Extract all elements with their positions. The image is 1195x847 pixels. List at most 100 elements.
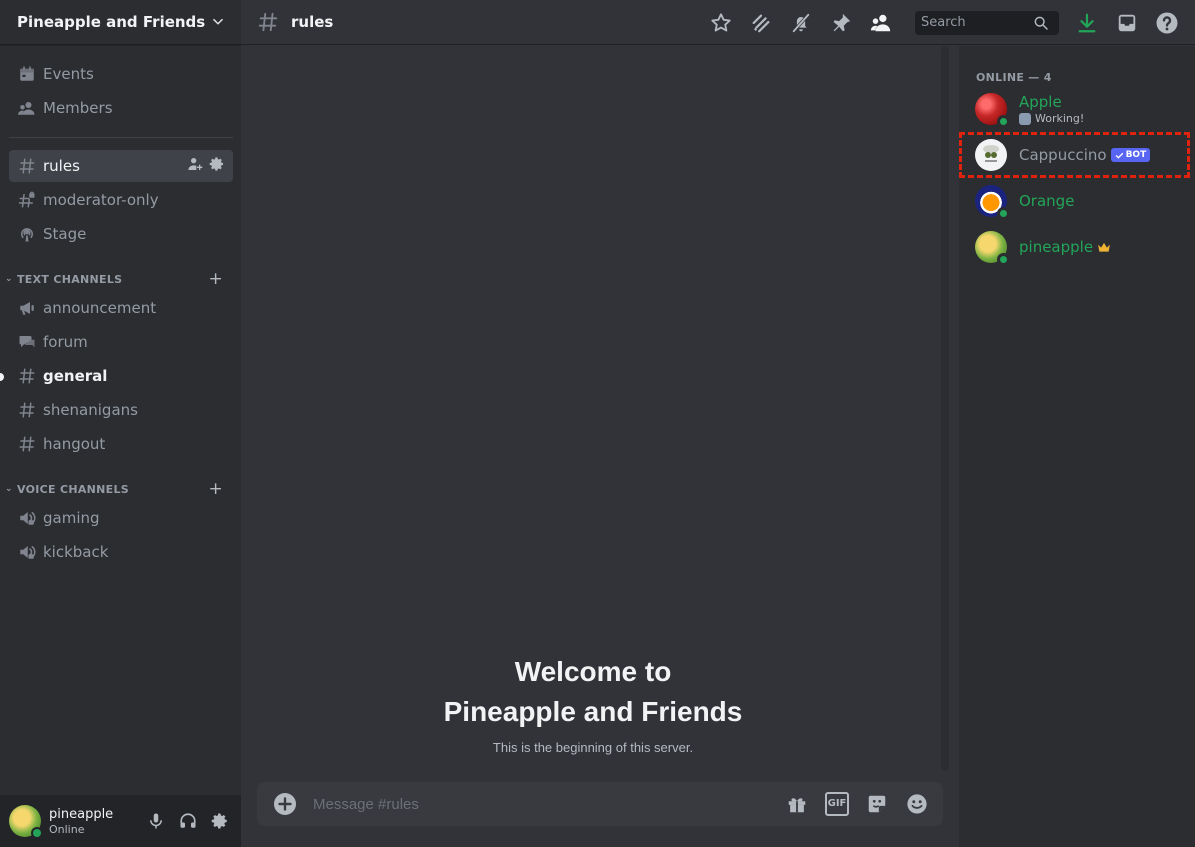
help-icon[interactable] [1155,11,1179,35]
user-controls [145,810,231,832]
channel-header: rules [241,0,1195,45]
megaphone-icon [17,298,37,318]
search-icon [1034,16,1048,30]
crown-icon [1098,242,1110,252]
channel-title: rules [291,13,334,31]
member-info: Orange [1019,192,1074,210]
message-input[interactable] [313,795,785,813]
welcome-title-line2: Pineapple and Friends [443,696,743,727]
locked-hash-icon [17,190,37,210]
channel-hangout[interactable]: hangout [9,428,233,460]
member-group-header: ONLINE — 4 [976,71,1052,84]
inbox-icon[interactable] [1115,11,1139,35]
avatar [975,93,1010,128]
unread-indicator [0,373,4,381]
avatar[interactable] [9,805,43,839]
member-info: pineapple [1019,238,1111,256]
server-name: Pineapple and Friends [17,13,206,31]
stage-icon [17,224,37,244]
threads-icon[interactable] [749,11,773,35]
forum-icon [17,332,37,352]
caret-down-icon: ⌄ [5,484,13,494]
gif-label: GIF [825,792,849,816]
category-label: TEXT CHANNELS [17,272,123,286]
avatar [975,231,1010,266]
user-status: Online [49,822,85,836]
member-info: Apple Working! [1019,93,1084,125]
user-info[interactable]: pineapple Online [49,807,113,836]
calendar-icon [17,64,37,84]
star-icon[interactable] [709,11,733,35]
channel-moderator-only[interactable]: moderator-only [9,184,233,216]
gif-icon[interactable]: GIF [825,792,849,816]
hash-icon [17,366,37,386]
nav-label: Members [43,99,113,117]
gift-icon[interactable] [785,792,809,816]
gear-icon[interactable] [209,156,225,176]
online-status-icon [997,207,1010,220]
channel-label: shenanigans [43,401,138,419]
member-activity: Working! [1019,112,1084,125]
message-composer: GIF [257,782,943,826]
search-input[interactable] [921,15,1033,30]
channel-general[interactable]: general [9,360,233,392]
chat-area: Welcome to Pineapple and Friends This is… [241,46,959,847]
member-apple[interactable]: Apple Working! [967,88,1187,130]
create-invite-icon[interactable] [187,156,203,176]
member-name: Apple [1019,93,1062,111]
hash-icon [17,156,37,176]
channel-label: general [43,367,108,385]
nav-events[interactable]: Events [9,58,233,90]
channel-label: kickback [43,543,109,561]
add-channel-icon[interactable]: + [208,269,223,289]
activity-text: Working! [1035,112,1085,125]
category-text-channels[interactable]: ⌄ TEXT CHANNELS + [5,269,233,289]
sticker-icon[interactable] [865,792,889,816]
channel-label: forum [43,333,88,351]
channel-label: rules [43,157,80,175]
category-voice-channels[interactable]: ⌄ VOICE CHANNELS + [5,479,233,499]
welcome-title-line1: Welcome to [514,656,672,687]
nav-members[interactable]: Members [9,92,233,124]
hash-icon [257,10,281,34]
channel-announcement[interactable]: announcement [9,292,233,324]
download-icon[interactable] [1075,11,1099,35]
emoji-icon[interactable] [905,792,929,816]
muted-bell-icon[interactable] [789,11,813,35]
welcome-subtitle: This is the beginning of this server. [492,740,694,755]
caret-down-icon: ⌄ [5,274,13,284]
member-orange[interactable]: Orange [967,180,1187,222]
channel-gaming[interactable]: gaming [9,502,233,534]
channel-kickback[interactable]: kickback [9,536,233,568]
online-status-icon [997,115,1010,128]
add-attachment-icon[interactable] [273,792,297,816]
channel-actions [187,156,225,176]
server-header[interactable]: Pineapple and Friends [0,0,241,45]
avatar [975,185,1010,220]
channel-label: moderator-only [43,191,159,209]
member-name: Orange [1019,192,1075,210]
pin-icon[interactable] [829,11,853,35]
gear-icon[interactable] [209,810,231,832]
hash-icon [17,400,37,420]
channel-shenanigans[interactable]: shenanigans [9,394,233,426]
hash-icon [17,434,37,454]
online-status-icon [997,253,1010,266]
channel-forum[interactable]: forum [9,326,233,358]
chevron-down-icon [213,18,223,25]
microphone-icon[interactable] [145,810,167,832]
header-toolbar [709,0,1195,45]
member-pineapple[interactable]: pineapple [967,226,1187,268]
channel-rules[interactable]: rules [9,150,233,182]
add-channel-icon[interactable]: + [208,479,223,499]
member-list-icon[interactable] [869,11,893,35]
headphones-icon[interactable] [177,810,199,832]
channel-stage[interactable]: Stage [9,218,233,250]
members-icon [17,98,37,118]
nav-label: Events [43,65,94,83]
member-name-text: pineapple [1019,238,1094,256]
channel-label: hangout [43,435,106,453]
composer-actions: GIF [785,792,929,816]
search-box[interactable] [915,10,1059,35]
activity-emoji-icon [1019,112,1031,125]
